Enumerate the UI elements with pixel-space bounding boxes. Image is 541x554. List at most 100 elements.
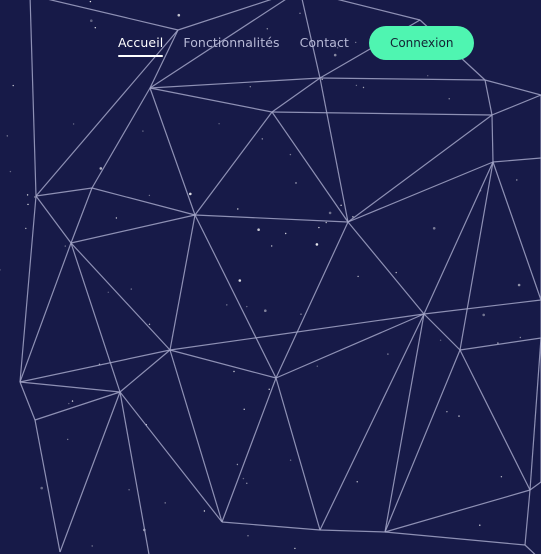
mesh-edge [221,377,277,523]
star [130,288,132,290]
star [268,388,270,390]
star [321,78,323,81]
mesh-edge [423,299,541,315]
star [497,342,499,344]
star [261,138,263,140]
star [315,243,319,246]
mesh-edge [91,87,151,189]
geodesic-mesh [19,0,541,554]
mesh-edge [19,349,171,383]
mesh-edge [337,0,421,21]
star [242,477,245,480]
mesh-edge [423,313,461,351]
mesh-edge [19,381,121,393]
mesh-edge [70,242,171,351]
mesh-edge [59,391,121,553]
mesh-edge [524,544,536,554]
login-button[interactable]: Connexion [368,26,475,60]
geodesic-sphere-background [0,0,541,554]
star [249,86,251,88]
star [243,408,245,410]
mesh-edge [149,77,321,89]
star [289,459,292,461]
mesh-edge [492,157,541,163]
star [218,123,220,125]
star [67,438,69,441]
mesh-edge [271,77,321,113]
star [294,547,296,550]
star [12,84,14,87]
star [68,402,70,405]
mesh-edge [19,242,72,383]
star [516,179,518,181]
mesh-edge [275,221,349,379]
mesh-edge [169,349,223,523]
star [40,486,43,490]
star [0,269,1,271]
main-nav: Accueil Fonctionnalités Contact Connexio… [118,26,475,60]
mesh-edge [34,391,121,421]
mesh-edge [484,79,541,96]
star [500,476,503,478]
mesh-edge [529,481,541,491]
star [479,524,481,526]
star [387,353,389,355]
star [362,86,365,89]
star [458,415,460,417]
star [128,489,130,491]
star [238,279,242,282]
mesh-edge [529,337,541,491]
star [328,211,332,215]
star [247,535,249,537]
star [482,313,486,317]
star [189,192,192,196]
mesh-edge [275,377,321,531]
mesh-edge [19,381,36,421]
star [148,194,151,197]
star [25,227,27,230]
starfield [0,0,521,550]
star [285,232,287,235]
star [289,153,292,156]
star [237,208,239,210]
mesh-edge [194,214,349,223]
mesh-edge [35,195,72,244]
mesh-edge [119,391,223,523]
star [448,98,450,100]
mesh-edge [384,349,461,533]
star [27,203,29,206]
star [72,123,75,125]
nav-link-contact[interactable]: Contact [300,29,349,57]
mesh-edge [524,489,531,546]
star [316,365,318,367]
nav-link-fonctionnalites[interactable]: Fonctionnalités [183,29,279,57]
star [99,167,103,170]
star [300,313,302,315]
star [203,510,206,512]
star [299,12,301,14]
star [395,271,397,274]
mesh-edge [19,195,37,383]
mesh-edge [271,111,493,116]
mesh-edge [221,521,321,531]
star [446,411,448,413]
star [236,463,239,466]
mesh-edge [347,114,493,223]
star [177,13,181,17]
star [6,135,8,137]
star [517,283,521,287]
star [356,481,358,483]
star [9,170,12,173]
mesh-edge [347,221,425,315]
star [142,130,144,132]
star [295,182,297,184]
star [148,323,151,325]
star [519,336,521,339]
nav-link-accueil[interactable]: Accueil [118,29,164,57]
star [94,27,97,29]
mesh-edge [492,161,541,301]
star [226,304,228,306]
star [71,400,74,402]
star [439,339,442,341]
star [91,545,93,547]
